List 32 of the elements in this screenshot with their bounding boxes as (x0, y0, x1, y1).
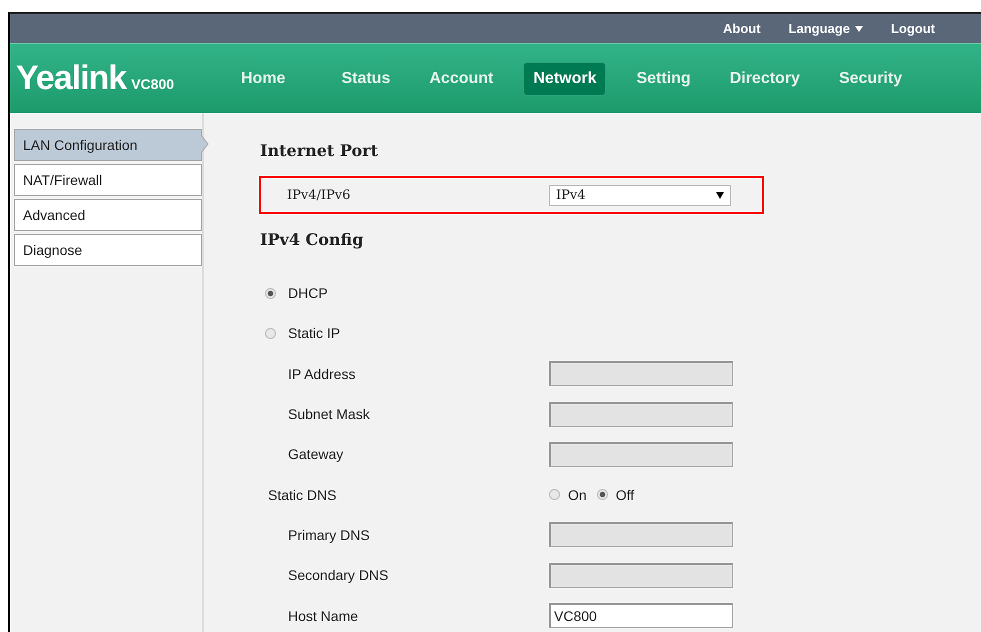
radio-label: Off (616, 486, 634, 503)
brand-logo: Yealink (16, 59, 126, 98)
field-label: Secondary DNS (287, 567, 390, 584)
model-name: VC800 (131, 76, 174, 92)
top-link[interactable]: Language (788, 21, 863, 36)
sidebar-item[interactable]: Diagnose (14, 234, 202, 266)
top-link[interactable]: About (723, 21, 761, 36)
dropdown-arrow-icon (716, 192, 724, 198)
radio-button[interactable] (596, 489, 608, 500)
field-label: Primary DNS (287, 526, 371, 543)
field-label: Host Name (287, 608, 360, 624)
pointer-icon (201, 135, 209, 153)
radio-button[interactable] (265, 328, 276, 339)
top-link[interactable]: Logout (890, 21, 935, 36)
sidebar-item[interactable]: Advanced (14, 199, 202, 231)
sidebar-item[interactable]: NAT/Firewall (14, 164, 202, 196)
radio-label: DHCP (288, 285, 328, 302)
field-label: Static DNS (267, 486, 338, 503)
field-label: Subnet Mask (287, 406, 371, 422)
ip-version-dropdown[interactable]: IPv4 (549, 184, 731, 206)
field-label: IP Address (287, 366, 356, 382)
radio-button[interactable] (265, 288, 276, 299)
caret-icon (854, 26, 863, 32)
section-heading: IPv4 Config (260, 230, 364, 251)
section-heading: Internet Port (260, 141, 379, 162)
radio-label: Static IP (288, 325, 340, 342)
radio-label: On (568, 486, 587, 503)
input-field[interactable]: VC800 (549, 603, 733, 628)
radio-button[interactable] (549, 489, 560, 500)
field-label: IPv4/IPv6 (287, 188, 352, 202)
field-label: Gateway (287, 446, 344, 462)
nav-tab[interactable]: Network (523, 62, 606, 96)
